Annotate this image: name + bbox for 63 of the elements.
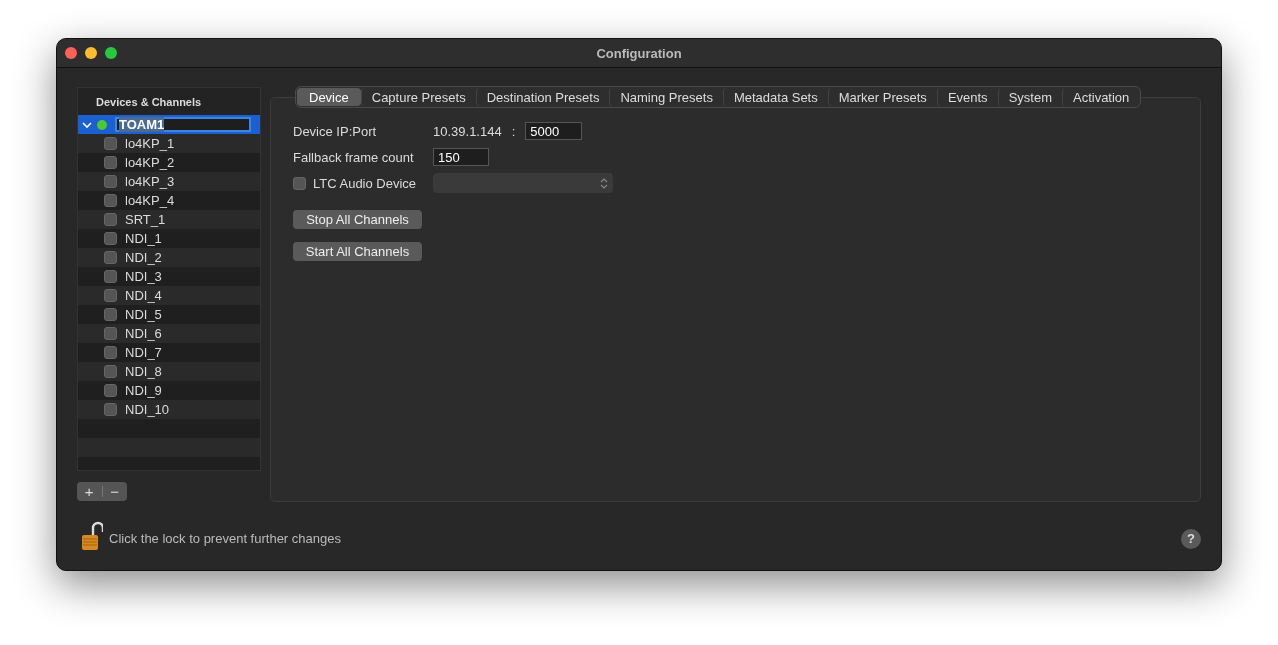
- channel-name[interactable]: lo4KP_2: [125, 155, 175, 170]
- channel-name[interactable]: NDI_9: [125, 383, 162, 398]
- tab[interactable]: System: [997, 88, 1062, 106]
- window-title: Configuration: [596, 45, 682, 61]
- channel-checkbox[interactable]: [104, 251, 117, 264]
- field-label: Fallback frame count: [293, 149, 415, 165]
- channel-checkbox[interactable]: [104, 327, 117, 340]
- unlocked-padlock-icon[interactable]: [81, 520, 103, 551]
- port-field[interactable]: 5000: [525, 122, 583, 140]
- channel-name[interactable]: NDI_10: [125, 402, 170, 417]
- channel-name[interactable]: SRT_1: [125, 212, 166, 227]
- column-header: Devices & Channels: [96, 95, 202, 108]
- channel-name[interactable]: NDI_3: [125, 269, 162, 284]
- stepper-icon: [600, 176, 608, 190]
- channel-name[interactable]: lo4KP_1: [125, 136, 175, 151]
- name-field[interactable]: TOAM1: [115, 117, 251, 132]
- channel-checkbox[interactable]: [104, 194, 117, 207]
- channel-checkbox[interactable]: [104, 232, 117, 245]
- tab[interactable]: Marker Presets: [827, 88, 937, 106]
- tab[interactable]: Metadata Sets: [722, 88, 828, 106]
- channel-name[interactable]: NDI_5: [125, 307, 162, 322]
- add-button[interactable]: +: [77, 482, 102, 501]
- channel-checkbox[interactable]: [104, 346, 117, 359]
- separator: :: [511, 123, 516, 139]
- channel-checkbox[interactable]: [104, 213, 117, 226]
- channel-name[interactable]: NDI_8: [125, 364, 162, 379]
- channel-name[interactable]: NDI_1: [125, 231, 162, 246]
- ip-address: 10.39.1.144: [433, 123, 502, 139]
- channel-name[interactable]: lo4KP_4: [125, 193, 175, 208]
- channel-checkbox[interactable]: [104, 270, 117, 283]
- tab[interactable]: Destination Presets: [475, 88, 610, 106]
- tab[interactable]: Activation: [1061, 88, 1140, 106]
- channel-name[interactable]: lo4KP_3: [125, 174, 175, 189]
- channel-checkbox[interactable]: [104, 156, 117, 169]
- channel-name[interactable]: NDI_7: [125, 345, 162, 360]
- channel-name[interactable]: NDI_4: [125, 288, 162, 303]
- channel-checkbox[interactable]: [104, 308, 117, 321]
- tab[interactable]: Device: [297, 88, 361, 106]
- help-button[interactable]: ?: [1181, 528, 1201, 549]
- channel-button[interactable]: Stop All Channels: [293, 210, 422, 229]
- channel-name[interactable]: NDI_6: [125, 326, 162, 341]
- channel-checkbox[interactable]: [104, 175, 117, 188]
- channel-checkbox[interactable]: [104, 384, 117, 397]
- channel-checkbox[interactable]: [104, 289, 117, 302]
- channel-checkbox[interactable]: [104, 403, 117, 416]
- channel-name[interactable]: NDI_2: [125, 250, 162, 265]
- minimize-button[interactable]: [85, 47, 97, 59]
- tab[interactable]: Capture Presets: [360, 88, 476, 106]
- device-row[interactable]: TOAM1: [78, 115, 260, 134]
- disclosure-icon[interactable]: [82, 120, 92, 129]
- checkbox-label: LTC Audio Device: [313, 175, 417, 191]
- channel-button[interactable]: Start All Channels: [293, 242, 422, 261]
- field-label: Device IP:Port: [293, 123, 378, 139]
- ltc-checkbox[interactable]: [293, 176, 306, 190]
- channel-checkbox[interactable]: [104, 365, 117, 378]
- remove-button[interactable]: −: [102, 482, 127, 501]
- channel-checkbox[interactable]: [104, 137, 117, 150]
- frame-count-field[interactable]: 150: [433, 148, 489, 166]
- close-button[interactable]: [65, 47, 77, 59]
- zoom-button[interactable]: [105, 47, 117, 59]
- tab[interactable]: Naming Presets: [609, 88, 723, 106]
- lock-hint: Click the lock to prevent further changes: [109, 531, 341, 546]
- tab[interactable]: Events: [936, 88, 998, 106]
